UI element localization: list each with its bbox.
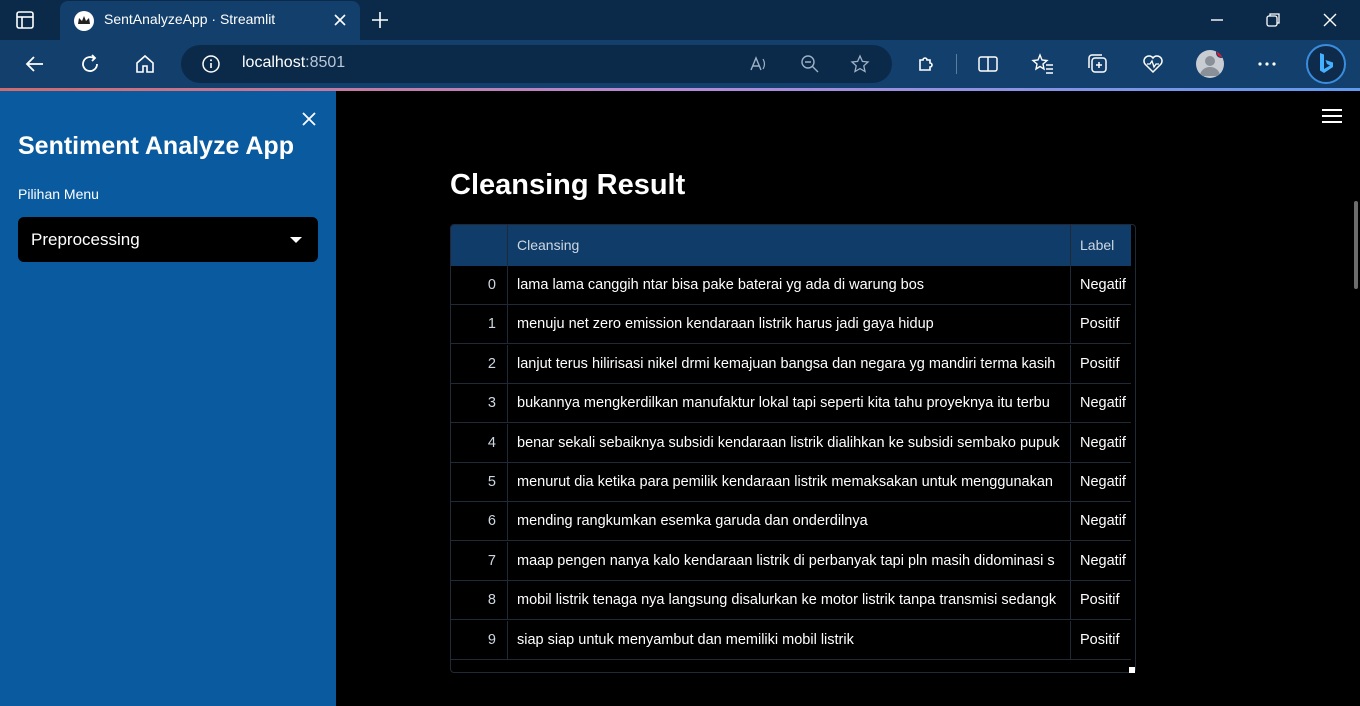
more-menu-icon[interactable] xyxy=(1255,52,1279,76)
menu-select[interactable]: Preprocessing xyxy=(18,217,318,262)
cleansing-cell[interactable]: siap siap untuk menyambut dan memiliki m… xyxy=(508,620,1071,660)
column-header-label[interactable]: Label xyxy=(1071,225,1131,266)
table-row[interactable]: 4 benar sekali sebaiknya subsidi kendaraa… xyxy=(451,423,1131,463)
cleansing-cell[interactable]: bukannya mengkerdilkan manufaktur lokal … xyxy=(508,384,1071,424)
table-row[interactable]: 7 maap pengen nanya kalo kendaraan listri… xyxy=(451,541,1131,581)
favorite-star-icon[interactable] xyxy=(850,54,870,74)
cleansing-cell[interactable]: menuju net zero emission kendaraan listr… xyxy=(508,305,1071,345)
cleansing-cell[interactable]: mending rangkumkan esemka garuda dan ond… xyxy=(508,502,1071,542)
menu-label: Pilihan Menu xyxy=(18,186,99,202)
bing-icon xyxy=(1320,53,1333,73)
cleansing-cell[interactable]: menurut dia ketika para pemilik kendaraa… xyxy=(508,463,1071,502)
label-cell[interactable]: Negatif xyxy=(1071,384,1131,423)
row-index[interactable]: 6 xyxy=(451,502,508,542)
zoom-out-icon[interactable] xyxy=(800,54,820,74)
table-row[interactable]: 1 menuju net zero emission kendaraan list… xyxy=(451,305,1131,345)
table-row[interactable]: 9 siap siap untuk menyambut dan memiliki … xyxy=(451,620,1131,660)
profile-avatar[interactable] xyxy=(1196,50,1224,78)
restore-icon[interactable] xyxy=(1263,10,1283,30)
tab-actions-icon[interactable] xyxy=(14,9,36,31)
row-index[interactable]: 2 xyxy=(451,344,508,384)
browser-tab-bar: SentAnalyzeApp · Streamlit xyxy=(0,0,1360,40)
close-tab-icon[interactable] xyxy=(332,12,348,28)
label-cell[interactable]: Negatif xyxy=(1071,463,1131,502)
browser-nav-bar: localhost:8501 xyxy=(0,40,1360,88)
tab-title: SentAnalyzeApp · Streamlit xyxy=(104,11,276,27)
table-row[interactable]: 6 mending rangkumkan esemka garuda dan on… xyxy=(451,502,1131,542)
url-port: :8501 xyxy=(305,54,346,71)
sidebar xyxy=(0,91,336,706)
page-scrollbar[interactable] xyxy=(1354,201,1358,289)
favorites-icon[interactable] xyxy=(1031,52,1055,76)
url-text[interactable]: localhost:8501 xyxy=(242,54,345,72)
row-index[interactable]: 8 xyxy=(451,581,508,621)
table-row[interactable]: 5 menurut dia ketika para pemilik kendara… xyxy=(451,463,1131,502)
back-arrow-icon[interactable] xyxy=(23,52,47,76)
url-host: localhost xyxy=(242,54,306,71)
split-screen-icon[interactable] xyxy=(976,52,1000,76)
label-cell[interactable]: Positif xyxy=(1071,581,1131,620)
label-cell[interactable]: Positif xyxy=(1071,345,1131,384)
row-index[interactable]: 3 xyxy=(451,384,508,424)
row-index[interactable]: 7 xyxy=(451,541,508,581)
streamlit-crown-icon xyxy=(74,11,94,31)
row-index[interactable]: 4 xyxy=(451,423,508,463)
table-row[interactable]: 8 mobil listrik tenaga nya langsung disal… xyxy=(451,581,1131,621)
browser-essentials-icon[interactable] xyxy=(1141,52,1165,76)
label-cell[interactable]: Positif xyxy=(1071,305,1131,344)
address-bar[interactable]: localhost:8501 xyxy=(181,45,892,83)
cleansing-cell[interactable]: mobil listrik tenaga nya langsung disalu… xyxy=(508,581,1071,621)
label-cell[interactable]: Positif xyxy=(1071,621,1131,660)
row-index[interactable]: 1 xyxy=(451,305,508,345)
menu-select-value: Preprocessing xyxy=(31,230,140,249)
label-cell[interactable]: Negatif xyxy=(1071,542,1131,581)
toolbar-divider xyxy=(956,54,957,74)
refresh-icon[interactable] xyxy=(78,52,102,76)
notification-dot xyxy=(1216,50,1224,58)
minimize-icon[interactable] xyxy=(1207,10,1227,30)
dataframe-table[interactable]: Cleansing Label 0 lama lama canggih ntar … xyxy=(450,224,1136,673)
close-window-icon[interactable] xyxy=(1320,10,1340,30)
home-icon[interactable] xyxy=(133,52,157,76)
index-column-header xyxy=(451,225,508,266)
label-cell[interactable]: Negatif xyxy=(1071,424,1131,463)
table-resize-handle[interactable] xyxy=(1129,667,1135,673)
extensions-icon[interactable] xyxy=(914,52,938,76)
copilot-button[interactable] xyxy=(1306,44,1346,84)
table-row[interactable]: 0 lama lama canggih ntar bisa pake batera… xyxy=(451,266,1131,305)
row-index[interactable]: 5 xyxy=(451,463,508,502)
hamburger-menu-icon[interactable] xyxy=(1322,109,1342,125)
cleansing-cell[interactable]: lama lama canggih ntar bisa pake baterai… xyxy=(508,266,1071,305)
row-index[interactable]: 0 xyxy=(451,266,508,305)
label-cell[interactable]: Negatif xyxy=(1071,266,1131,305)
label-cell[interactable]: Negatif xyxy=(1071,502,1131,541)
browser-tab-active[interactable]: SentAnalyzeApp · Streamlit xyxy=(60,1,360,40)
cleansing-cell[interactable]: lanjut terus hilirisasi nikel drmi kemaj… xyxy=(508,344,1071,384)
table-header: Cleansing Label xyxy=(451,225,1131,266)
cleansing-cell[interactable]: benar sekali sebaiknya subsidi kendaraan… xyxy=(508,423,1071,463)
chevron-down-icon xyxy=(290,237,302,243)
close-sidebar-icon[interactable] xyxy=(300,110,318,128)
column-header-cleansing[interactable]: Cleansing xyxy=(508,225,1071,266)
cleansing-cell[interactable]: maap pengen nanya kalo kendaraan listrik… xyxy=(508,541,1071,581)
table-row[interactable]: 3 bukannya mengkerdilkan manufaktur loka… xyxy=(451,384,1131,424)
collections-icon[interactable] xyxy=(1086,52,1110,76)
row-index[interactable]: 9 xyxy=(451,620,508,660)
site-info-icon[interactable] xyxy=(201,54,221,74)
read-aloud-icon[interactable] xyxy=(749,54,769,74)
main-content: Cleansing Result Cleansing Label 0 lama l… xyxy=(336,91,1360,706)
new-tab-icon[interactable] xyxy=(370,10,390,30)
page-title: Cleansing Result xyxy=(450,169,686,201)
app-title: Sentiment Analyze App xyxy=(18,132,294,160)
table-row[interactable]: 2 lanjut terus hilirisasi nikel drmi kema… xyxy=(451,344,1131,384)
